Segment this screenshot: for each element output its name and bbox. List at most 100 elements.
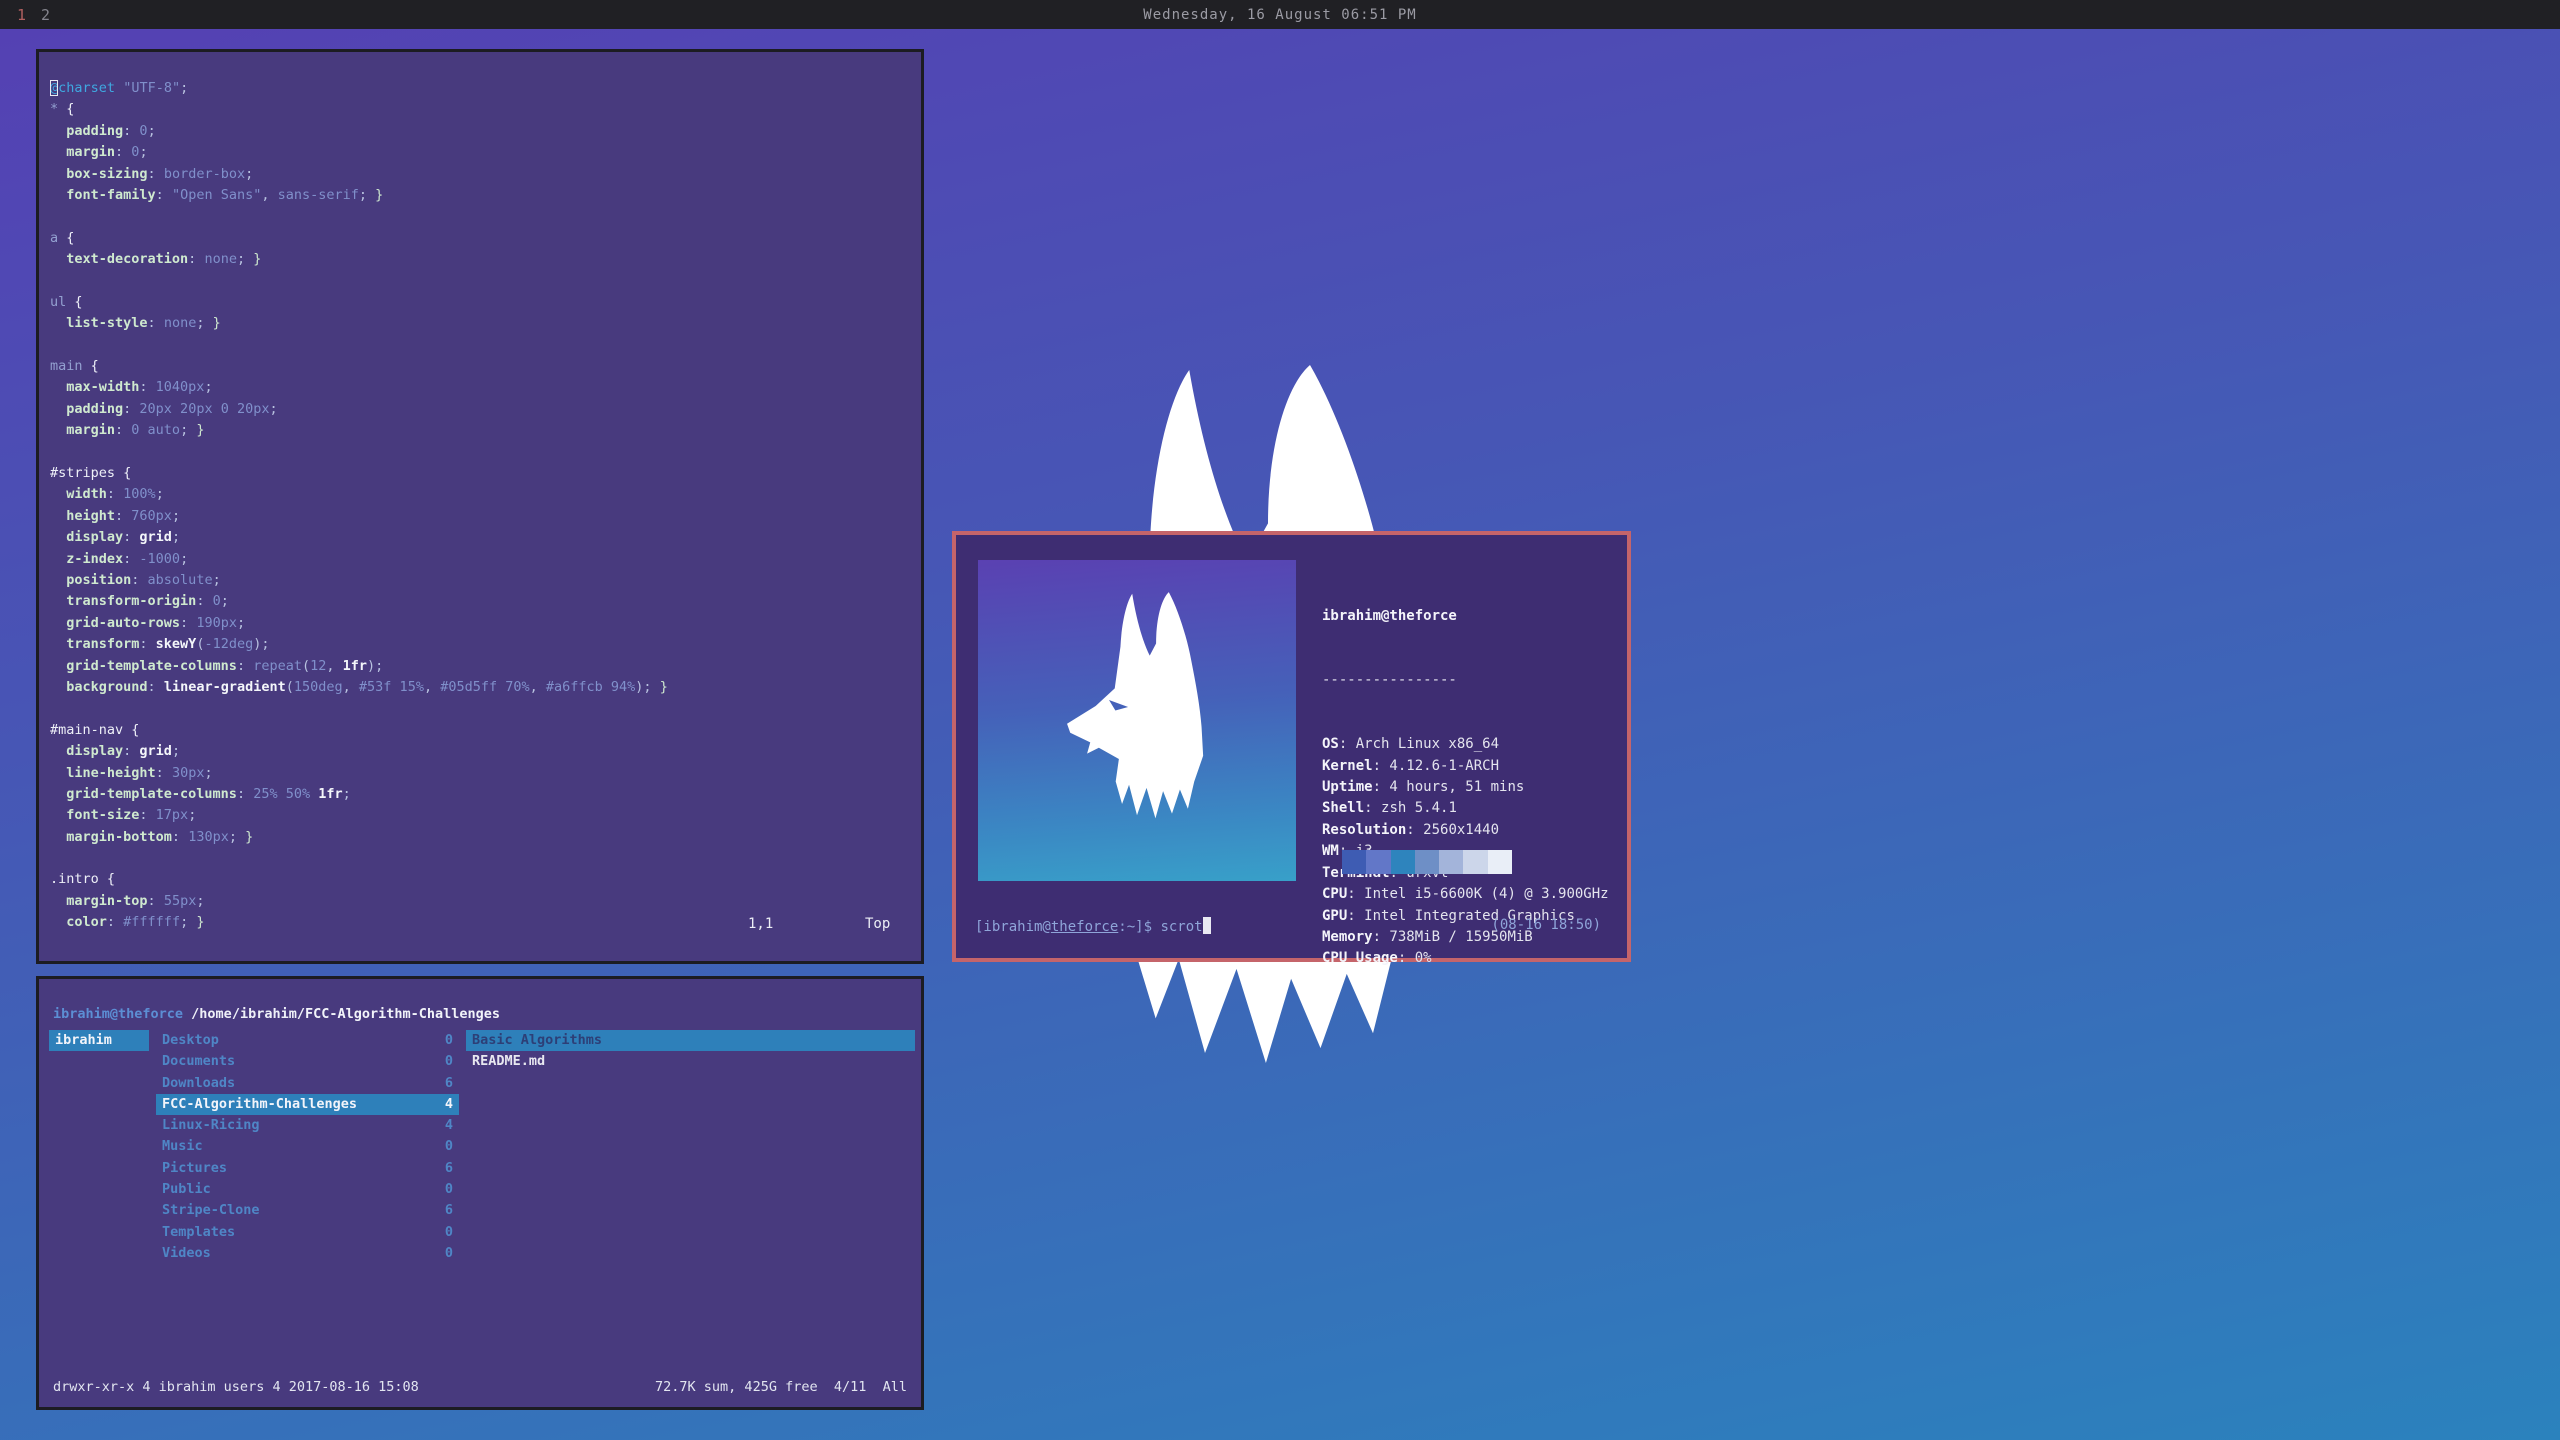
code-line[interactable]: #stripes { (50, 463, 915, 484)
code-line[interactable]: z-index: -1000; (50, 549, 915, 570)
terminal-window[interactable]: ibrahim@theforce ---------------- OS: Ar… (952, 531, 1631, 962)
code-line[interactable] (50, 442, 915, 463)
code-line[interactable] (50, 271, 915, 292)
code-line[interactable]: max-width: 1040px; (50, 377, 915, 398)
code-token: 25% 50% (253, 786, 318, 802)
code-line[interactable]: font-family: "Open Sans", sans-serif; } (50, 185, 915, 206)
workspace-button-1[interactable]: 1 (17, 6, 26, 24)
code-line[interactable] (50, 698, 915, 719)
code-line[interactable]: .intro { (50, 869, 915, 890)
palette-swatch (1439, 850, 1463, 874)
code-line[interactable]: display: grid; (50, 527, 915, 548)
code-line[interactable]: margin: 0 auto; } (50, 420, 915, 441)
dir-entry[interactable]: Downloads6 (156, 1073, 459, 1094)
dir-entry[interactable]: Pictures6 (156, 1158, 459, 1179)
code-line[interactable]: width: 100%; (50, 484, 915, 505)
code-line[interactable]: box-sizing: border-box; (50, 164, 915, 185)
code-token: none (164, 315, 197, 331)
code-line[interactable]: grid-auto-rows: 190px; (50, 613, 915, 634)
code-line[interactable]: margin-bottom: 130px; } (50, 827, 915, 848)
fetch-title-text: ibrahim@theforce (1322, 606, 1609, 627)
code-line[interactable]: * { (50, 99, 915, 120)
dir-entry[interactable]: ibrahim (49, 1030, 149, 1051)
dir-entry[interactable]: Linux-Ricing4 (156, 1115, 459, 1136)
code-editor[interactable]: @charset "UTF-8";* { padding: 0; margin:… (50, 78, 915, 934)
code-line[interactable]: margin: 0; (50, 142, 915, 163)
dir-entry-name: Music (162, 1136, 203, 1157)
code-line[interactable]: ul { (50, 292, 915, 313)
code-line[interactable]: font-size: 17px; (50, 805, 915, 826)
breadcrumb: ibrahim@theforce /home/ibrahim/FCC-Algor… (53, 1006, 500, 1022)
dir-entry[interactable]: Stripe-Clone6 (156, 1200, 459, 1221)
code-line[interactable] (50, 206, 915, 227)
dir-entry[interactable]: Public0 (156, 1179, 459, 1200)
dir-entry[interactable]: Desktop0 (156, 1030, 459, 1051)
shell-prompt[interactable]: [ibrahim@theforce:~]$ scrot (975, 917, 1211, 935)
editor-window[interactable]: @charset "UTF-8";* { padding: 0; margin:… (36, 49, 924, 964)
code-line[interactable]: padding: 0; (50, 121, 915, 142)
code-token: .intro (50, 871, 107, 887)
code-token: grid (139, 743, 172, 759)
code-token: ; (156, 486, 164, 502)
code-line[interactable]: line-height: 30px; (50, 763, 915, 784)
dir-entry-name: Downloads (162, 1073, 235, 1094)
code-token: : (148, 315, 164, 331)
code-token: grid (139, 529, 172, 545)
code-token: #stripes (50, 465, 123, 481)
code-line[interactable]: @charset "UTF-8"; (50, 78, 915, 99)
code-line[interactable]: height: 760px; (50, 506, 915, 527)
code-token: padding (50, 123, 123, 139)
code-token: ; (148, 123, 156, 139)
code-line[interactable]: grid-template-columns: repeat(12, 1fr); (50, 656, 915, 677)
code-token: 0 (139, 123, 147, 139)
dir-entry-count: 0 (445, 1136, 453, 1157)
code-token (115, 80, 123, 96)
code-line[interactable]: transform-origin: 0; (50, 591, 915, 612)
code-token: : (180, 615, 196, 631)
code-token: #53f 15% (359, 679, 424, 695)
dir-entry[interactable]: Documents0 (156, 1051, 459, 1072)
code-token: display (50, 743, 123, 759)
fetch-info-label: Uptime (1322, 779, 1373, 795)
code-token: grid-template-columns (50, 658, 237, 674)
code-token: , (326, 658, 342, 674)
code-token: ; (196, 893, 204, 909)
code-line[interactable]: background: linear-gradient(150deg, #53f… (50, 677, 915, 698)
code-line[interactable] (50, 848, 915, 869)
workspace-button-2[interactable]: 2 (41, 6, 50, 24)
code-line[interactable]: text-decoration: none; } (50, 249, 915, 270)
code-line[interactable]: position: absolute; (50, 570, 915, 591)
code-line[interactable]: transform: skewY(-12deg); (50, 634, 915, 655)
code-line[interactable]: margin-top: 55px; (50, 891, 915, 912)
code-token: 12 (310, 658, 326, 674)
dir-entry[interactable]: README.md (466, 1051, 915, 1072)
dir-entry-name: FCC-Algorithm-Challenges (162, 1094, 357, 1115)
code-token: -1000 (139, 551, 180, 567)
code-line[interactable]: main { (50, 356, 915, 377)
code-token: ; (237, 251, 253, 267)
code-line[interactable]: display: grid; (50, 741, 915, 762)
code-line[interactable]: #main-nav { (50, 720, 915, 741)
prompt-close-text: :~]$ (1118, 919, 1160, 935)
dir-entry[interactable]: Music 0 (156, 1136, 459, 1157)
dir-entry[interactable]: Templates0 (156, 1222, 459, 1243)
code-token: absolute (148, 572, 213, 588)
code-token: padding (50, 401, 123, 417)
code-token: ; (180, 80, 188, 96)
code-line[interactable] (50, 335, 915, 356)
dir-entry[interactable]: Basic Algorithms (466, 1030, 915, 1051)
code-line[interactable]: a { (50, 228, 915, 249)
code-line[interactable]: grid-template-columns: 25% 50% 1fr; (50, 784, 915, 805)
palette-swatch (1463, 850, 1487, 874)
dir-entry[interactable]: FCC-Algorithm-Challenges4 (156, 1094, 459, 1115)
code-token: ; (343, 786, 351, 802)
dir-entry-name: Basic Algorithms (472, 1030, 602, 1051)
code-token: ; (139, 144, 147, 160)
file-manager-window[interactable]: ibrahim@theforce /home/ibrahim/FCC-Algor… (36, 976, 924, 1410)
code-token: : (139, 807, 155, 823)
status-bar: 1 2 Wednesday, 16 August 06:51 PM (0, 0, 2560, 29)
code-line[interactable]: padding: 20px 20px 0 20px; (50, 399, 915, 420)
code-line[interactable]: list-style: none; } (50, 313, 915, 334)
clock-text: Wednesday, 16 August 06:51 PM (1143, 7, 1416, 23)
dir-entry[interactable]: Videos0 (156, 1243, 459, 1264)
